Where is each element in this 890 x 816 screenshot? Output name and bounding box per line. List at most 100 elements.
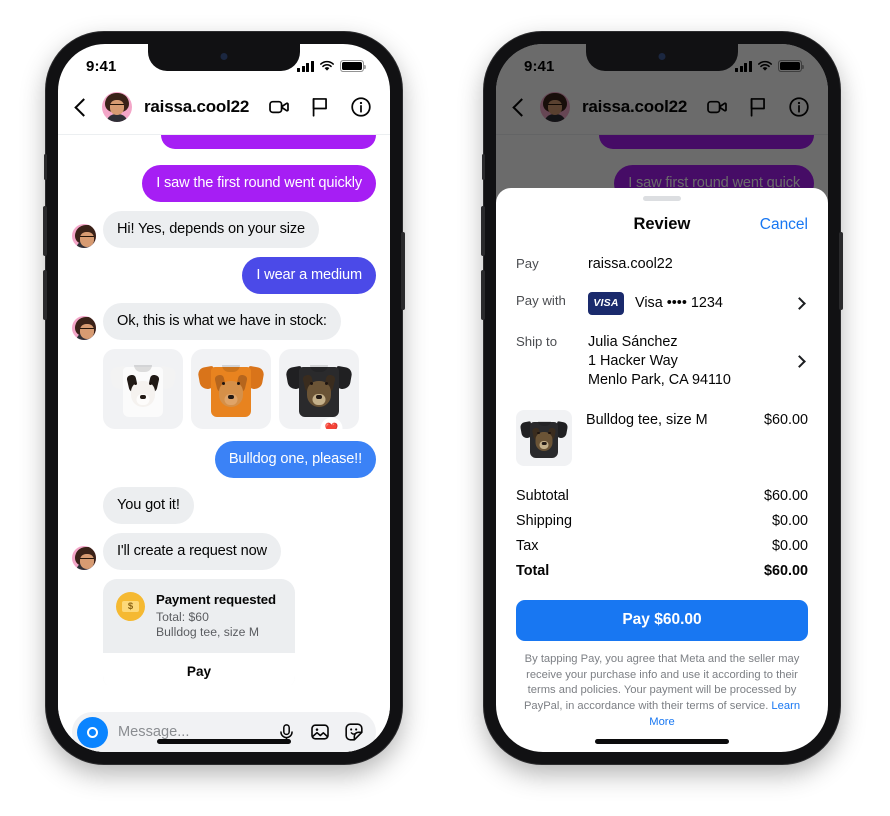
totals-label: Total bbox=[516, 563, 550, 580]
sheet-title: Review bbox=[633, 215, 691, 233]
row-value: Julia Sánchez 1 Hacker Way Menlo Park, C… bbox=[588, 334, 731, 389]
message-bubble: I wear a medium bbox=[242, 256, 376, 294]
message-thread[interactable]: I saw the first round went quickly Hi! Y… bbox=[58, 135, 390, 685]
message-bubble: Ok, this is what we have in stock: bbox=[103, 302, 341, 340]
pay-button[interactable]: Pay bbox=[103, 652, 295, 685]
message-bubble: I saw the first round went quickly bbox=[142, 165, 376, 202]
phone-left-chat: 9:41 raissa.cool22 I saw the first round… bbox=[43, 32, 405, 764]
totals-row-shipping: Shipping $0.00 bbox=[516, 509, 808, 534]
sticker-icon[interactable] bbox=[344, 722, 364, 742]
wifi-icon bbox=[320, 60, 334, 71]
money-bill-icon: $ bbox=[116, 591, 145, 621]
message-bubble: I'll create a request now bbox=[103, 532, 281, 570]
totals-label: Tax bbox=[516, 538, 539, 555]
row-ship-to[interactable]: Ship to Julia Sánchez 1 Hacker Way Menlo… bbox=[516, 324, 808, 399]
back-chevron-icon[interactable] bbox=[74, 97, 93, 117]
status-bar: 9:41 bbox=[58, 44, 390, 88]
checkout-review-sheet: Review Cancel Pay raissa.cool22 Pay with… bbox=[496, 188, 828, 752]
message-row: Ok, this is what we have in stock: bbox=[72, 302, 376, 340]
screen-checkout: 9:41 raissa.cool22 bbox=[496, 44, 828, 752]
mute-switch[interactable] bbox=[482, 154, 485, 180]
video-camera-icon[interactable] bbox=[268, 96, 290, 118]
message-row: Bulldog one, please!! bbox=[72, 440, 376, 478]
card-number-text: Visa •••• 1234 bbox=[635, 295, 723, 312]
volume-down-button[interactable] bbox=[43, 270, 47, 320]
totals-row-tax: Tax $0.00 bbox=[516, 534, 808, 559]
flag-icon[interactable] bbox=[309, 96, 331, 118]
mute-switch[interactable] bbox=[44, 154, 47, 180]
order-totals: Subtotal $60.00 Shipping $0.00 Tax $0.00… bbox=[516, 484, 808, 584]
product-card-border-collie[interactable] bbox=[103, 348, 183, 429]
message-bubble: You got it! bbox=[103, 486, 194, 524]
row-label: Pay with bbox=[516, 293, 566, 309]
search-input[interactable]: Message... bbox=[118, 724, 267, 740]
avatar bbox=[72, 315, 96, 340]
wifi-icon bbox=[758, 60, 772, 71]
payment-request-card[interactable]: $ Payment requested Total: $60 Bulldog t… bbox=[103, 578, 295, 685]
row-label: Pay bbox=[516, 256, 539, 271]
message-bubble: Bulldog one, please!! bbox=[214, 440, 376, 478]
message-bubble-partial bbox=[161, 135, 376, 149]
cancel-button[interactable]: Cancel bbox=[760, 216, 808, 234]
payment-card-title: Payment requested bbox=[156, 591, 276, 607]
avatar bbox=[72, 223, 96, 248]
message-row: You got it! bbox=[72, 486, 376, 524]
avatar[interactable] bbox=[102, 92, 132, 122]
avatar bbox=[72, 545, 96, 570]
totals-label: Shipping bbox=[516, 513, 573, 530]
row-pay-with[interactable]: Pay with VISA Visa •••• 1234 bbox=[516, 283, 808, 324]
visa-badge-icon: VISA bbox=[588, 292, 624, 316]
power-button[interactable] bbox=[401, 232, 405, 310]
page-title: raissa.cool22 bbox=[144, 97, 250, 116]
message-row: I'll create a request now bbox=[72, 532, 376, 570]
volume-up-button[interactable] bbox=[43, 206, 47, 256]
product-carousel[interactable]: ❤️ bbox=[72, 348, 376, 429]
legal-text: By tapping Pay, you agree that Meta and … bbox=[523, 652, 800, 713]
cellular-bars-icon bbox=[735, 60, 752, 72]
battery-icon bbox=[778, 60, 804, 72]
chevron-right-icon[interactable] bbox=[793, 355, 806, 369]
message-row: Hi! Yes, depends on your size bbox=[72, 210, 376, 248]
bulldog-tee-thumbnail bbox=[516, 409, 572, 466]
row-value: raissa.cool22 bbox=[588, 256, 673, 272]
message-composer: Message... bbox=[58, 704, 390, 752]
photo-gallery-icon[interactable] bbox=[310, 722, 330, 742]
payment-card-total: Total: $60 bbox=[156, 609, 209, 624]
status-time: 9:41 bbox=[524, 57, 555, 75]
order-item-row: Bulldog tee, size M $60.00 bbox=[516, 400, 808, 470]
message-row-clipped bbox=[72, 135, 376, 156]
status-time: 9:41 bbox=[86, 57, 117, 75]
volume-up-button[interactable] bbox=[481, 206, 485, 256]
cellular-bars-icon bbox=[297, 60, 314, 72]
volume-down-button[interactable] bbox=[481, 270, 485, 320]
status-indicators bbox=[297, 60, 366, 72]
row-pay: Pay raissa.cool22 bbox=[516, 246, 808, 283]
pay-button[interactable]: Pay $60.00 bbox=[516, 599, 808, 641]
row-label: Ship to bbox=[516, 334, 558, 350]
status-indicators bbox=[735, 60, 804, 72]
totals-value: $0.00 bbox=[771, 538, 808, 555]
totals-value: $60.00 bbox=[763, 488, 808, 505]
heart-reaction-icon[interactable]: ❤️ bbox=[322, 418, 341, 429]
legal-disclaimer: By tapping Pay, you agree that Meta and … bbox=[516, 652, 808, 732]
camera-icon[interactable] bbox=[77, 716, 108, 748]
product-card-bulldog[interactable]: ❤️ bbox=[279, 348, 359, 429]
order-item-price: $60.00 bbox=[763, 411, 808, 428]
battery-icon bbox=[340, 60, 366, 72]
home-indicator bbox=[595, 739, 729, 744]
chevron-right-icon[interactable] bbox=[793, 297, 806, 311]
order-item-name: Bulldog tee, size M bbox=[586, 411, 708, 428]
totals-row-total: Total $60.00 bbox=[516, 559, 808, 584]
totals-value: $0.00 bbox=[771, 513, 808, 530]
phone-right-checkout: 9:41 raissa.cool22 bbox=[481, 32, 843, 764]
info-circle-icon[interactable] bbox=[350, 96, 372, 118]
totals-row-subtotal: Subtotal $60.00 bbox=[516, 484, 808, 509]
sheet-header: Review Cancel bbox=[516, 201, 808, 246]
chat-header: raissa.cool22 bbox=[58, 88, 390, 135]
product-card-golden-retriever[interactable] bbox=[191, 348, 271, 429]
payment-card-item: Bulldog tee, size M bbox=[156, 624, 259, 639]
row-value: VISA Visa •••• 1234 bbox=[588, 292, 795, 316]
screenshot-stage: 9:41 raissa.cool22 I saw the first round… bbox=[0, 0, 890, 816]
power-button[interactable] bbox=[839, 232, 843, 310]
status-bar: 9:41 bbox=[496, 44, 828, 88]
